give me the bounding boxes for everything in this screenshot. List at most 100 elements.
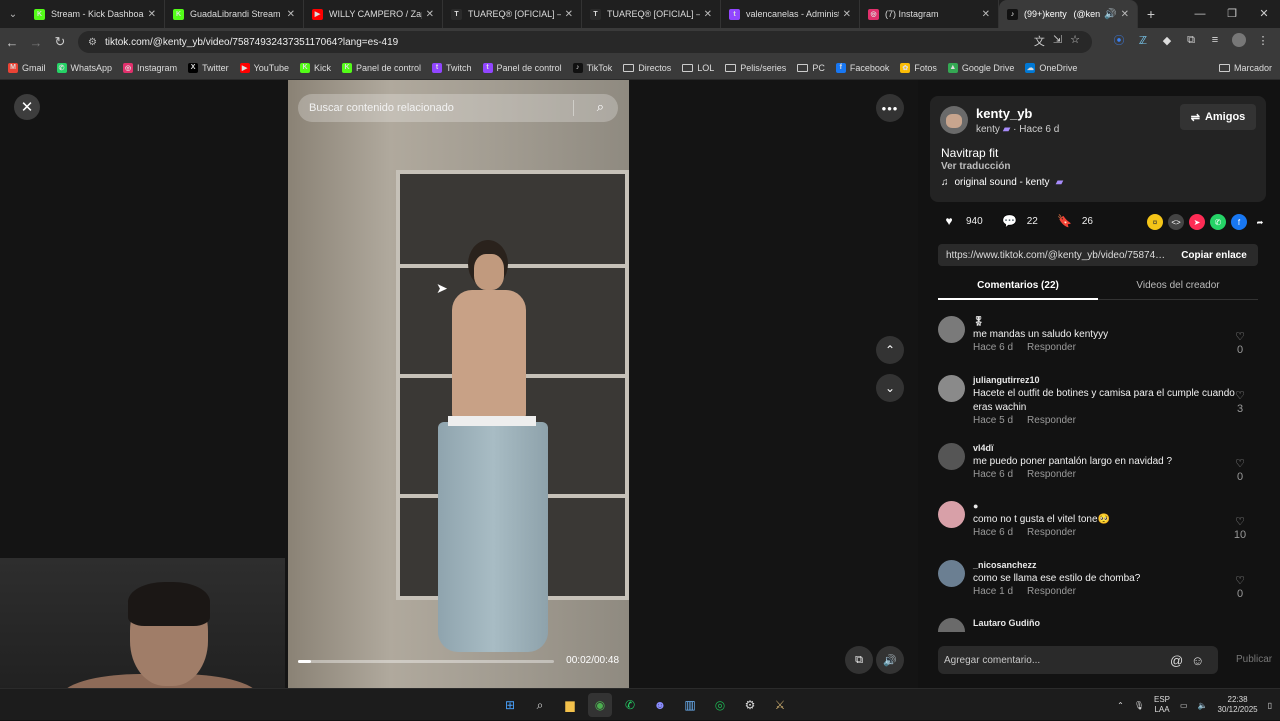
see-translation-link[interactable]: Ver traducción bbox=[941, 161, 1010, 172]
bookmark-item[interactable]: t Twitch bbox=[432, 62, 472, 73]
bookmark-item[interactable]: f Facebook bbox=[835, 62, 889, 73]
new-tab-button[interactable]: + bbox=[1138, 6, 1164, 22]
bookmark-item[interactable]: ◎ Instagram bbox=[123, 62, 177, 73]
tab-close-icon[interactable]: ✕ bbox=[1121, 9, 1129, 20]
extension-2-icon[interactable]: ℤ bbox=[1136, 33, 1150, 47]
commenter-avatar[interactable] bbox=[938, 618, 965, 632]
more-options-icon[interactable]: ••• bbox=[876, 94, 904, 122]
comment-like[interactable]: ♡ 0 bbox=[1230, 330, 1250, 356]
comment-input[interactable]: Agregar comentario... @ ☺ bbox=[938, 646, 1218, 674]
share-coin-icon[interactable]: ¤ bbox=[1147, 214, 1163, 230]
share-arrow-icon[interactable]: ➦ bbox=[1252, 214, 1268, 230]
facebook-icon[interactable]: f bbox=[1231, 214, 1247, 230]
site-info-icon[interactable]: ⚙ bbox=[88, 37, 97, 48]
comment-like[interactable]: ♡ 10 bbox=[1230, 515, 1250, 541]
bookmark-item[interactable]: ✿ Fotos bbox=[900, 62, 937, 73]
whatsapp-icon[interactable]: ✆ bbox=[1210, 214, 1226, 230]
address-bar[interactable]: ⚙ tiktok.com/@kenty_yb/video/75874932437… bbox=[78, 31, 1092, 53]
video-link[interactable]: https://www.tiktok.com/@kenty_yb/video/7… bbox=[938, 250, 1170, 261]
menu-kebab-icon[interactable]: ⋮ bbox=[1256, 33, 1270, 47]
browser-tab[interactable]: ▶ WILLY CAMPERO / Zapad ✕ bbox=[304, 0, 443, 28]
comment-bubble-icon[interactable]: 💬 bbox=[1001, 212, 1019, 230]
chrome-icon[interactable]: ◉ bbox=[588, 693, 612, 717]
bookmark-item[interactable]: M Gmail bbox=[8, 62, 46, 73]
browser-tab[interactable]: K Stream - Kick Dashboard ✕ bbox=[26, 0, 165, 28]
steam-icon[interactable]: ⚙ bbox=[738, 693, 762, 717]
video-progress-bar[interactable] bbox=[298, 660, 554, 663]
emoji-icon[interactable]: ☺ bbox=[1191, 653, 1204, 668]
reply-button[interactable]: Responder bbox=[1027, 415, 1076, 426]
bookmark-item[interactable]: Directos bbox=[623, 63, 671, 73]
commenter-name[interactable]: 🎖 bbox=[973, 316, 984, 327]
video-player[interactable]: Buscar contenido relacionado ⌕ 00:02/00:… bbox=[288, 80, 629, 688]
commenter-name[interactable]: juliangutirrez10 bbox=[973, 375, 1040, 385]
comment-like[interactable]: ♡ 3 bbox=[1230, 389, 1250, 415]
bookmark-item[interactable]: LOL bbox=[682, 63, 714, 73]
tab-creator-videos[interactable]: Videos del creador bbox=[1098, 278, 1258, 300]
author-username[interactable]: kenty_yb bbox=[976, 106, 1032, 121]
comment-like[interactable]: ♡ 0 bbox=[1230, 574, 1250, 600]
extension-3-icon[interactable]: ◆ bbox=[1160, 33, 1174, 47]
reply-button[interactable]: Responder bbox=[1027, 342, 1076, 353]
bookmark-item[interactable]: ♪ TikTok bbox=[572, 62, 612, 73]
commenter-avatar[interactable] bbox=[938, 501, 965, 528]
author-avatar[interactable] bbox=[940, 106, 968, 134]
start-menu-icon[interactable]: ⊞ bbox=[498, 693, 522, 717]
tab-comments[interactable]: Comentarios (22) bbox=[938, 278, 1098, 300]
install-app-icon[interactable]: ⇲ bbox=[1053, 33, 1062, 49]
volume-icon[interactable]: 🔊 bbox=[876, 646, 904, 674]
extensions-puzzle-icon[interactable]: ⧉ bbox=[1184, 33, 1198, 47]
discord-icon[interactable]: ☻ bbox=[648, 693, 672, 717]
bookmark-icon[interactable]: 🔖 bbox=[1056, 212, 1074, 230]
tab-close-icon[interactable]: ✕ bbox=[982, 9, 990, 20]
league-icon[interactable]: ⚔ bbox=[768, 693, 792, 717]
browser-tab[interactable]: K GuadaLibrandi Stream - W ✕ bbox=[165, 0, 304, 28]
browser-tab[interactable]: ◎ (7) Instagram ✕ bbox=[860, 0, 999, 28]
notification-icon[interactable]: ▯ bbox=[1268, 701, 1272, 710]
picture-in-picture-icon[interactable]: ⧉ bbox=[845, 646, 873, 674]
bookmark-star-icon[interactable]: ☆ bbox=[1070, 33, 1080, 49]
reading-list-icon[interactable]: ≡ bbox=[1208, 33, 1222, 47]
mention-icon[interactable]: @ bbox=[1170, 653, 1183, 668]
commenter-name[interactable]: ● bbox=[973, 501, 978, 511]
spotify-icon[interactable]: ◎ bbox=[708, 693, 732, 717]
bookmark-item[interactable]: K Kick bbox=[299, 62, 331, 73]
commenter-avatar[interactable] bbox=[938, 374, 965, 402]
search-icon[interactable]: ⌕ bbox=[597, 99, 604, 115]
browser-tab[interactable]: T TUAREQ® [OFICIAL] – JE ✕ bbox=[443, 0, 582, 28]
maximize-icon[interactable]: ❐ bbox=[1216, 0, 1248, 28]
minimize-icon[interactable]: — bbox=[1184, 0, 1216, 28]
tab-close-icon[interactable]: ✕ bbox=[565, 9, 573, 20]
back-icon[interactable]: ← bbox=[0, 35, 24, 50]
copy-link-button[interactable]: Copiar enlace bbox=[1170, 250, 1258, 261]
bookmark-item[interactable]: PC bbox=[797, 63, 825, 73]
clock[interactable]: 22:38 30/12/2025 bbox=[1218, 695, 1258, 715]
bookmark-item[interactable]: K Panel de control bbox=[341, 62, 421, 73]
tab-close-icon[interactable]: ✕ bbox=[287, 9, 295, 20]
commenter-avatar[interactable] bbox=[938, 442, 965, 470]
commenter-avatar[interactable] bbox=[938, 316, 965, 343]
whatsapp-icon[interactable]: ✆ bbox=[618, 693, 642, 717]
microphone-icon[interactable]: 🎙 bbox=[1134, 701, 1144, 710]
tab-audio-icon[interactable]: 🔊 bbox=[1104, 9, 1116, 20]
app-icon[interactable]: ▥ bbox=[678, 693, 702, 717]
bookmark-item[interactable]: X Twitter bbox=[188, 62, 229, 73]
commenter-name[interactable]: _nicosanchezz bbox=[973, 560, 1037, 570]
bookmark-item[interactable]: ▶ YouTube bbox=[239, 62, 289, 73]
next-video-icon[interactable]: ⌄ bbox=[876, 374, 904, 402]
tab-close-icon[interactable]: ✕ bbox=[843, 9, 851, 20]
sound-link[interactable]: ♫ original sound - kenty ▰ bbox=[941, 177, 1063, 188]
tab-search-icon[interactable]: ⌄ bbox=[0, 0, 26, 28]
commenter-name[interactable]: Lautaro Gudiño bbox=[973, 618, 1040, 628]
browser-tab[interactable]: t valencanelas - Administra ✕ bbox=[721, 0, 860, 28]
network-icon[interactable]: ▭ bbox=[1180, 701, 1188, 710]
bookmark-item[interactable]: t Panel de control bbox=[482, 62, 562, 73]
close-icon[interactable]: ✕ bbox=[14, 94, 40, 120]
reply-button[interactable]: Responder bbox=[1027, 586, 1076, 597]
forward-icon[interactable]: → bbox=[24, 35, 48, 50]
search-icon[interactable]: ⌕ bbox=[528, 693, 552, 717]
tray-expand-icon[interactable]: ⌃ bbox=[1117, 701, 1124, 710]
close-window-icon[interactable]: ✕ bbox=[1248, 0, 1280, 28]
reply-button[interactable]: Responder bbox=[1027, 527, 1076, 538]
previous-video-icon[interactable]: ⌃ bbox=[876, 336, 904, 364]
